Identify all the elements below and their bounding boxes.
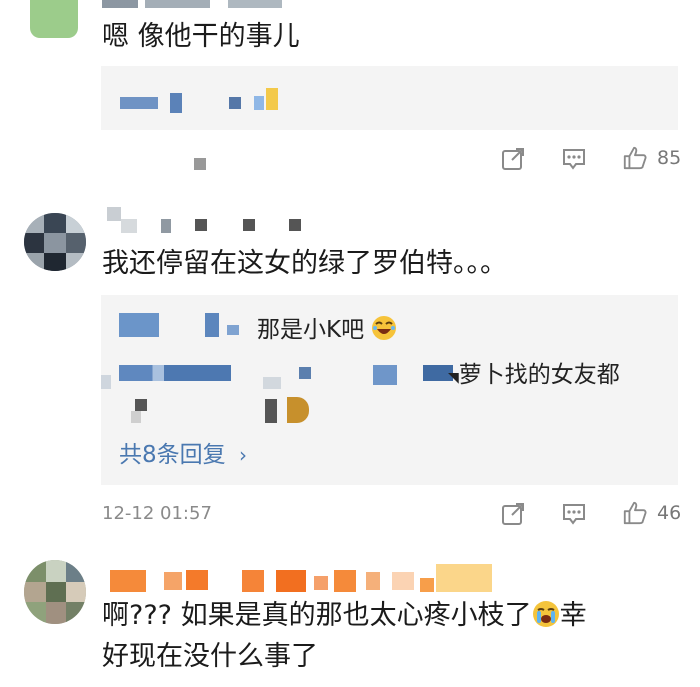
blurred-content bbox=[287, 397, 309, 423]
laugh-emoji-icon bbox=[372, 316, 397, 340]
blurred-content bbox=[120, 97, 158, 109]
comment-text-line1: 啊??? 如果是真的那也太心疼小枝了 bbox=[102, 600, 532, 631]
chevron-right-icon: › bbox=[238, 443, 247, 467]
reply-icon[interactable] bbox=[561, 501, 587, 527]
blurred-content bbox=[265, 399, 277, 423]
reply-text: ◥萝卜找的女友都 bbox=[448, 362, 620, 388]
more-replies-label: 共8条回复 bbox=[119, 442, 226, 468]
share-icon[interactable] bbox=[500, 146, 526, 172]
comment-text: 嗯 像他干的事儿 bbox=[102, 21, 300, 52]
reply-author-blurred[interactable] bbox=[373, 365, 397, 385]
reply-author-blurred[interactable] bbox=[101, 375, 111, 389]
blurred-content bbox=[266, 88, 278, 110]
reply-icon[interactable] bbox=[561, 146, 587, 172]
reply-author-blurred[interactable] bbox=[205, 313, 219, 337]
reply-text-content: 那是小K吧 bbox=[257, 317, 365, 343]
username-blurred[interactable] bbox=[102, 0, 282, 8]
replies-box[interactable]: 那是小K吧 ◥萝卜找的女友都 共8条回复 › bbox=[101, 295, 678, 485]
more-replies-link[interactable]: 共8条回复 › bbox=[119, 435, 247, 469]
like-icon[interactable] bbox=[621, 145, 649, 171]
reply-author-blurred[interactable] bbox=[263, 377, 281, 389]
blurred-content bbox=[170, 93, 182, 113]
blurred-content bbox=[254, 96, 264, 110]
timestamp: 12-12 01:57 bbox=[102, 503, 212, 524]
comment-text: 我还停留在这女的绿了罗伯特。。。 bbox=[102, 248, 507, 279]
username-blurred[interactable] bbox=[107, 207, 307, 233]
blurred-content bbox=[229, 97, 241, 109]
share-icon[interactable] bbox=[500, 501, 526, 527]
blurred-meta bbox=[194, 158, 206, 170]
blurred-content bbox=[135, 399, 147, 411]
reply-author-blurred[interactable] bbox=[119, 313, 159, 337]
reply-author-blurred[interactable] bbox=[119, 365, 231, 381]
like-count: 85 bbox=[657, 147, 682, 169]
blurred-content bbox=[131, 411, 141, 423]
like-icon[interactable] bbox=[621, 500, 649, 526]
quoted-post-box[interactable] bbox=[101, 66, 678, 130]
reply-author-blurred[interactable] bbox=[227, 325, 239, 335]
username-blurred[interactable] bbox=[106, 560, 496, 594]
cry-emoji-icon bbox=[532, 601, 559, 627]
avatar[interactable] bbox=[24, 560, 86, 624]
comment-text-line1-tail: 幸 bbox=[559, 600, 587, 631]
avatar[interactable] bbox=[30, 0, 78, 38]
reply-author-blurred[interactable] bbox=[299, 367, 311, 379]
comment-text-line2: 好现在没什么事了 bbox=[102, 641, 318, 672]
like-count: 46 bbox=[657, 502, 682, 524]
reply-text-content: 萝卜找的女友都 bbox=[458, 362, 620, 388]
avatar[interactable] bbox=[24, 213, 86, 271]
comment-text: 啊??? 如果是真的那也太心疼小枝了 幸 bbox=[102, 598, 587, 634]
reply-text: 那是小K吧 bbox=[257, 310, 397, 344]
